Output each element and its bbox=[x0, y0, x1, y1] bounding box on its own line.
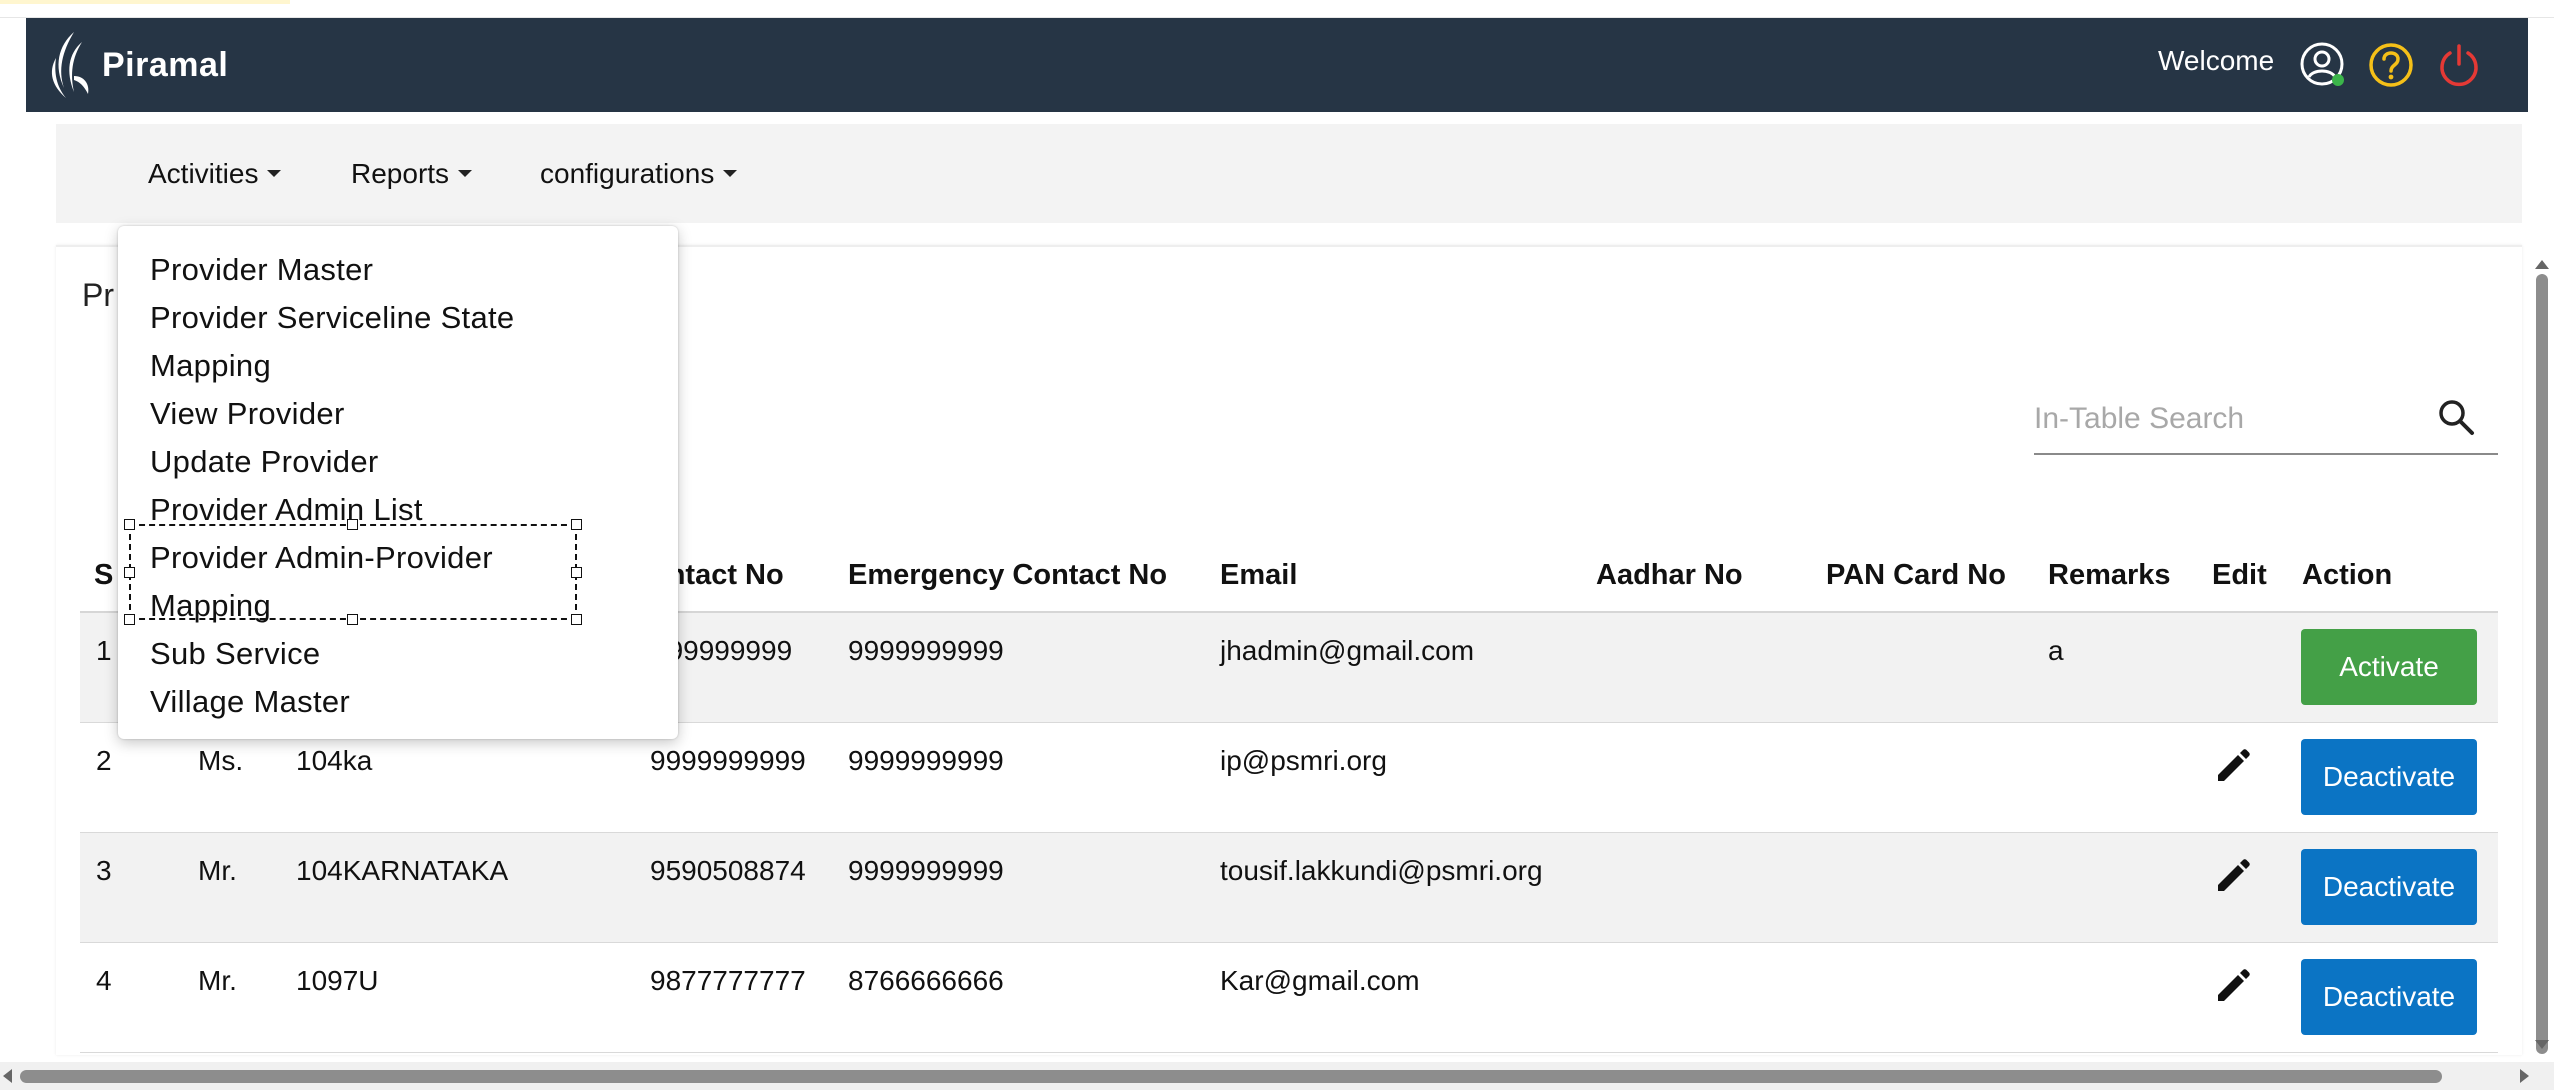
browser-top-strip bbox=[0, 0, 2554, 18]
scroll-left-arrow-icon[interactable] bbox=[3, 1069, 12, 1083]
cell-contact: 9999999999 bbox=[650, 745, 806, 776]
caret-down-icon bbox=[723, 170, 738, 178]
nav-configurations-label: configurations bbox=[540, 158, 715, 189]
horizontal-scroll-thumb[interactable] bbox=[20, 1070, 2442, 1083]
help-circle-icon bbox=[2369, 43, 2413, 87]
cell-emergency: 9999999999 bbox=[848, 855, 1004, 886]
nav-configurations[interactable]: configurations bbox=[540, 158, 738, 190]
cell-title: Ms. bbox=[198, 745, 244, 776]
activate-button[interactable]: Activate bbox=[2301, 629, 2477, 705]
scroll-right-arrow-icon[interactable] bbox=[2520, 1069, 2529, 1083]
search-icon[interactable] bbox=[2434, 395, 2478, 439]
scroll-down-arrow-icon[interactable] bbox=[2535, 1040, 2549, 1049]
menu-item-view-provider[interactable]: View Provider bbox=[150, 390, 345, 438]
col-header-sno: S bbox=[94, 559, 114, 591]
table-row: 2 Ms. 104ka 9999999999 9999999999 ip@psm… bbox=[80, 723, 2498, 833]
piramal-logo-icon bbox=[51, 32, 89, 98]
cell-email: Kar@gmail.com bbox=[1220, 965, 1420, 996]
nav-activities[interactable]: Activities bbox=[148, 158, 282, 190]
logout-button[interactable] bbox=[2430, 36, 2488, 94]
cell-name: 1097U bbox=[296, 965, 379, 996]
table-row: 3 Mr. 104KARNATAKA 9590508874 9999999999… bbox=[80, 833, 2498, 943]
help-button[interactable] bbox=[2362, 36, 2420, 94]
resize-handle bbox=[124, 567, 135, 578]
resize-handle bbox=[571, 614, 582, 625]
table-row: 4 Mr. 1097U 9877777777 8766666666 Kar@gm… bbox=[80, 943, 2498, 1053]
main-nav: Activities Reports configurations bbox=[56, 124, 2522, 223]
cell-contact: 9877777777 bbox=[650, 965, 806, 996]
cell-email: ip@psmri.org bbox=[1220, 745, 1387, 776]
cell-name: 104ka bbox=[296, 745, 373, 776]
deactivate-button[interactable]: Deactivate bbox=[2301, 959, 2477, 1035]
vertical-scroll-thumb[interactable] bbox=[2536, 274, 2548, 1054]
caret-down-icon bbox=[267, 170, 282, 178]
cell-sno: 4 bbox=[96, 965, 112, 996]
nav-activities-label: Activities bbox=[148, 158, 259, 189]
menu-item-update-provider[interactable]: Update Provider bbox=[150, 438, 379, 486]
nav-reports[interactable]: Reports bbox=[351, 158, 473, 190]
caret-down-icon bbox=[458, 170, 473, 178]
tab-segment bbox=[0, 0, 290, 4]
col-header-pan: PAN Card No bbox=[1826, 559, 2006, 591]
cell-emergency: 8766666666 bbox=[848, 965, 1004, 996]
cell-title: Mr. bbox=[198, 855, 237, 886]
resize-handle bbox=[124, 614, 135, 625]
cell-email: jhadmin@gmail.com bbox=[1220, 635, 1475, 666]
menu-item-provider-serviceline-state-mapping[interactable]: Provider Serviceline State bbox=[150, 294, 514, 342]
col-header-email: Email bbox=[1220, 559, 1298, 591]
cell-name: 104KARNATAKA bbox=[296, 855, 509, 886]
focus-selection-box bbox=[124, 519, 582, 625]
cell-sno: 1 bbox=[96, 635, 112, 666]
col-header-edit: Edit bbox=[2212, 559, 2267, 591]
cell-sno: 3 bbox=[96, 855, 112, 886]
col-header-remarks: Remarks bbox=[2048, 559, 2171, 591]
resize-handle bbox=[124, 519, 135, 530]
pencil-icon[interactable] bbox=[2212, 963, 2256, 1007]
brand-name: Piramal bbox=[102, 45, 229, 84]
horizontal-scrollbar[interactable] bbox=[0, 1062, 2554, 1090]
vertical-scrollbar[interactable] bbox=[2530, 260, 2554, 1060]
user-circle-icon bbox=[2300, 42, 2344, 86]
menu-item-village-master[interactable]: Village Master bbox=[150, 678, 350, 726]
col-header-action: Action bbox=[2302, 559, 2393, 591]
menu-item-provider-serviceline-state-mapping-cont[interactable]: Mapping bbox=[150, 342, 271, 390]
deactivate-button[interactable]: Deactivate bbox=[2301, 739, 2477, 815]
cell-title: Mr. bbox=[198, 965, 237, 996]
app-header: Piramal Welcome bbox=[26, 18, 2528, 112]
col-header-aadhar: Aadhar No bbox=[1596, 559, 1743, 591]
resize-handle bbox=[347, 519, 358, 530]
menu-item-provider-master[interactable]: Provider Master bbox=[150, 246, 373, 294]
resize-handle bbox=[571, 567, 582, 578]
cell-contact: 9590508874 bbox=[650, 855, 806, 886]
welcome-text: Welcome bbox=[2158, 45, 2275, 76]
in-table-search bbox=[2034, 385, 2498, 455]
deactivate-button[interactable]: Deactivate bbox=[2301, 849, 2477, 925]
menu-item-sub-service[interactable]: Sub Service bbox=[150, 630, 320, 678]
nav-reports-label: Reports bbox=[351, 158, 450, 189]
page-title: Pr bbox=[82, 277, 114, 313]
search-input[interactable] bbox=[2034, 397, 2414, 441]
resize-handle bbox=[347, 614, 358, 625]
cell-emergency: 9999999999 bbox=[848, 745, 1004, 776]
cell-email: tousif.lakkundi@psmri.org bbox=[1220, 855, 1543, 886]
brand-logo[interactable]: Piramal bbox=[44, 28, 228, 102]
power-icon bbox=[2440, 44, 2478, 87]
resize-handle bbox=[571, 519, 582, 530]
activities-dropdown-menu: Provider Master Provider Serviceline Sta… bbox=[118, 226, 678, 739]
pencil-icon[interactable] bbox=[2212, 743, 2256, 787]
cell-emergency: 9999999999 bbox=[848, 635, 1004, 666]
scroll-up-arrow-icon[interactable] bbox=[2535, 260, 2549, 269]
user-profile-button[interactable] bbox=[2294, 36, 2352, 94]
cell-remarks: a bbox=[2048, 635, 2064, 666]
col-header-emergency: Emergency Contact No bbox=[848, 559, 1168, 591]
pencil-icon[interactable] bbox=[2212, 853, 2256, 897]
app-root: Piramal Welcome Activities Reports confi… bbox=[0, 0, 2554, 1090]
cell-sno: 2 bbox=[96, 745, 112, 776]
